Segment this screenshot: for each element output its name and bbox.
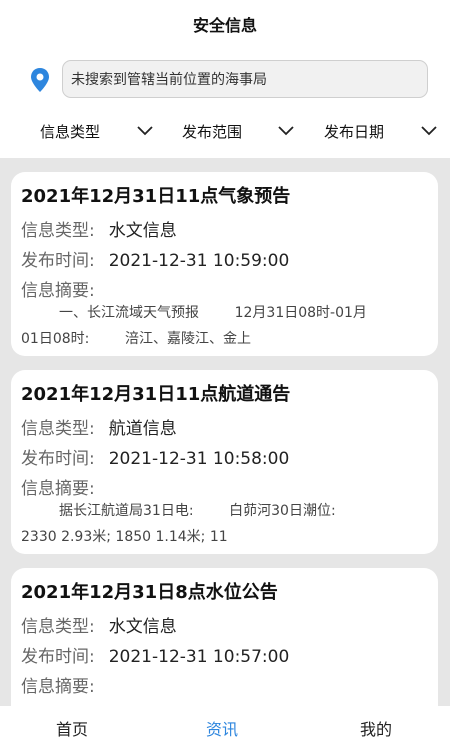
- tab-mine[interactable]: 我的: [360, 716, 392, 740]
- filter-publish-scope[interactable]: 发布范围: [150, 112, 300, 152]
- summary-label: 信息摘要:: [21, 479, 95, 499]
- search-text: 未搜索到管辖当前位置的海事局: [71, 72, 267, 88]
- filter-label: 发布范围: [182, 123, 243, 141]
- summary-line: 一、长江流域天气预报 12月31日08时-01月: [59, 305, 367, 321]
- info-type-label: 信息类型:: [21, 419, 95, 439]
- publish-time-label: 发布时间:: [21, 251, 95, 271]
- info-type-label: 信息类型:: [21, 617, 95, 637]
- summary-row: 信息摘要:: [21, 474, 95, 499]
- summary-line: 据长江航道局31日电: 白茆河30日潮位:: [59, 503, 336, 519]
- card-title: 2021年12月31日11点航道通告: [21, 384, 291, 405]
- info-type-value: 水文信息: [108, 221, 177, 241]
- summary-line: 2330 2.93米; 1850 1.14米; 11: [21, 529, 228, 545]
- publish-time-value: 2021-12-31 10:59:00: [108, 251, 290, 271]
- filter-publish-date[interactable]: 发布日期: [300, 112, 450, 152]
- chevron-down-icon: [421, 126, 437, 136]
- summary-label: 信息摘要:: [21, 677, 95, 697]
- tab-home[interactable]: 首页: [56, 716, 88, 740]
- filter-label: 发布日期: [324, 123, 385, 141]
- news-list[interactable]: 2021年12月31日11点气象预告 信息类型: 水文信息 发布时间: 2021-1…: [0, 158, 450, 706]
- summary-row: 信息摘要:: [21, 672, 95, 697]
- list-item[interactable]: 2021年12月31日11点航道通告 信息类型: 航道信息 发布时间: 2021-1…: [11, 370, 438, 554]
- info-type-value: 水文信息: [108, 617, 177, 637]
- publish-time-value: 2021-12-31 10:58:00: [108, 449, 290, 469]
- filter-info-type[interactable]: 信息类型: [0, 112, 153, 152]
- bottom-tab-bar: 首页 资讯 我的: [0, 706, 450, 750]
- filter-bar: 信息类型 发布范围 发布日期: [0, 112, 450, 152]
- page-header: 安全信息: [0, 0, 450, 48]
- tab-news[interactable]: 资讯: [206, 716, 238, 740]
- search-input[interactable]: 未搜索到管辖当前位置的海事局: [62, 60, 428, 98]
- location-pin-icon[interactable]: [29, 67, 51, 93]
- info-type-label: 信息类型:: [21, 221, 95, 241]
- publish-time-label: 发布时间:: [21, 647, 95, 667]
- search-row: 未搜索到管辖当前位置的海事局: [0, 58, 450, 100]
- summary-row: 信息摘要:: [21, 276, 95, 301]
- info-type-row: 信息类型: 水文信息: [21, 216, 177, 241]
- list-item[interactable]: 2021年12月31日11点气象预告 信息类型: 水文信息 发布时间: 2021-1…: [11, 172, 438, 356]
- info-type-row: 信息类型: 水文信息: [21, 612, 177, 637]
- card-title: 2021年12月31日8点水位公告: [21, 582, 278, 603]
- filter-label: 信息类型: [40, 123, 101, 141]
- summary-text: 一、长江流域天气预报 12月31日08时-01月 01日08时: 涪江、嘉陵江、金…: [21, 300, 431, 352]
- info-type-value: 航道信息: [108, 419, 177, 439]
- chevron-down-icon: [278, 126, 294, 136]
- publish-time-row: 发布时间: 2021-12-31 10:59:00: [21, 246, 289, 271]
- list-item[interactable]: 2021年12月31日8点水位公告 信息类型: 水文信息 发布时间: 2021-12…: [11, 568, 438, 706]
- summary-label: 信息摘要:: [21, 281, 95, 301]
- summary-text: 据长江航道局31日电: 白茆河30日潮位: 2330 2.93米; 1850 1.…: [21, 498, 431, 550]
- summary-line: 01日08时: 涪江、嘉陵江、金上: [21, 331, 251, 347]
- page-title: 安全信息: [192, 16, 257, 35]
- info-type-row: 信息类型: 航道信息: [21, 414, 177, 439]
- card-title: 2021年12月31日11点气象预告: [21, 186, 291, 207]
- publish-time-value: 2021-12-31 10:57:00: [108, 647, 290, 667]
- publish-time-label: 发布时间:: [21, 449, 95, 469]
- publish-time-row: 发布时间: 2021-12-31 10:58:00: [21, 444, 289, 469]
- publish-time-row: 发布时间: 2021-12-31 10:57:00: [21, 642, 289, 667]
